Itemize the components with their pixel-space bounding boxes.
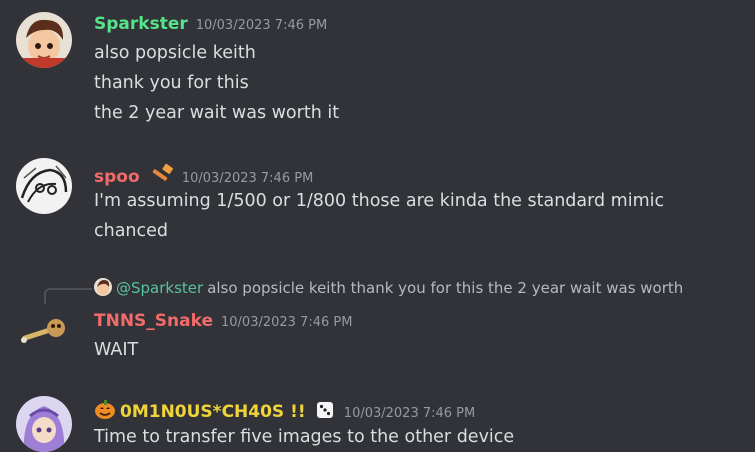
avatar[interactable] bbox=[16, 12, 72, 68]
reply-preview[interactable]: @Sparkster also popsicle keith thank you … bbox=[94, 278, 683, 297]
avatar-image bbox=[16, 306, 72, 362]
avatar-image bbox=[16, 12, 72, 68]
message-line: WAIT bbox=[94, 340, 139, 360]
hammer-icon bbox=[149, 163, 175, 189]
reply-spine bbox=[44, 288, 92, 304]
message-line: the 2 year wait was worth it bbox=[94, 103, 340, 123]
message-line: chanced bbox=[94, 221, 169, 241]
timestamp[interactable]: 10/03/2023 7:46 PM bbox=[344, 406, 475, 421]
reply-mention[interactable]: @Sparkster bbox=[116, 279, 203, 297]
message-line: also popsicle keith bbox=[94, 43, 256, 63]
avatar-image bbox=[16, 396, 72, 452]
reply-text: also popsicle keith thank you for this t… bbox=[207, 279, 684, 297]
avatar-image bbox=[16, 158, 72, 214]
avatar[interactable] bbox=[16, 158, 72, 214]
timestamp[interactable]: 10/03/2023 7:46 PM bbox=[196, 18, 327, 33]
author-name[interactable]: spoo bbox=[94, 167, 140, 187]
avatar[interactable] bbox=[16, 396, 72, 452]
avatar[interactable] bbox=[16, 306, 72, 362]
message-line: Time to transfer five images to the othe… bbox=[94, 427, 515, 447]
author-name[interactable]: TNNS_Snake bbox=[94, 311, 213, 331]
timestamp[interactable]: 10/03/2023 7:46 PM bbox=[221, 315, 352, 330]
author-name[interactable]: Sparkster bbox=[94, 14, 188, 34]
author-name[interactable]: 0M1N0US*CH40S !! bbox=[120, 402, 306, 422]
dice-icon bbox=[315, 400, 335, 424]
message-line: thank you for this bbox=[94, 73, 249, 93]
timestamp[interactable]: 10/03/2023 7:46 PM bbox=[182, 171, 313, 186]
pumpkin-icon bbox=[94, 398, 116, 424]
reply-avatar bbox=[94, 278, 112, 296]
message-line: I'm assuming 1/500 or 1/800 those are ki… bbox=[94, 191, 665, 211]
